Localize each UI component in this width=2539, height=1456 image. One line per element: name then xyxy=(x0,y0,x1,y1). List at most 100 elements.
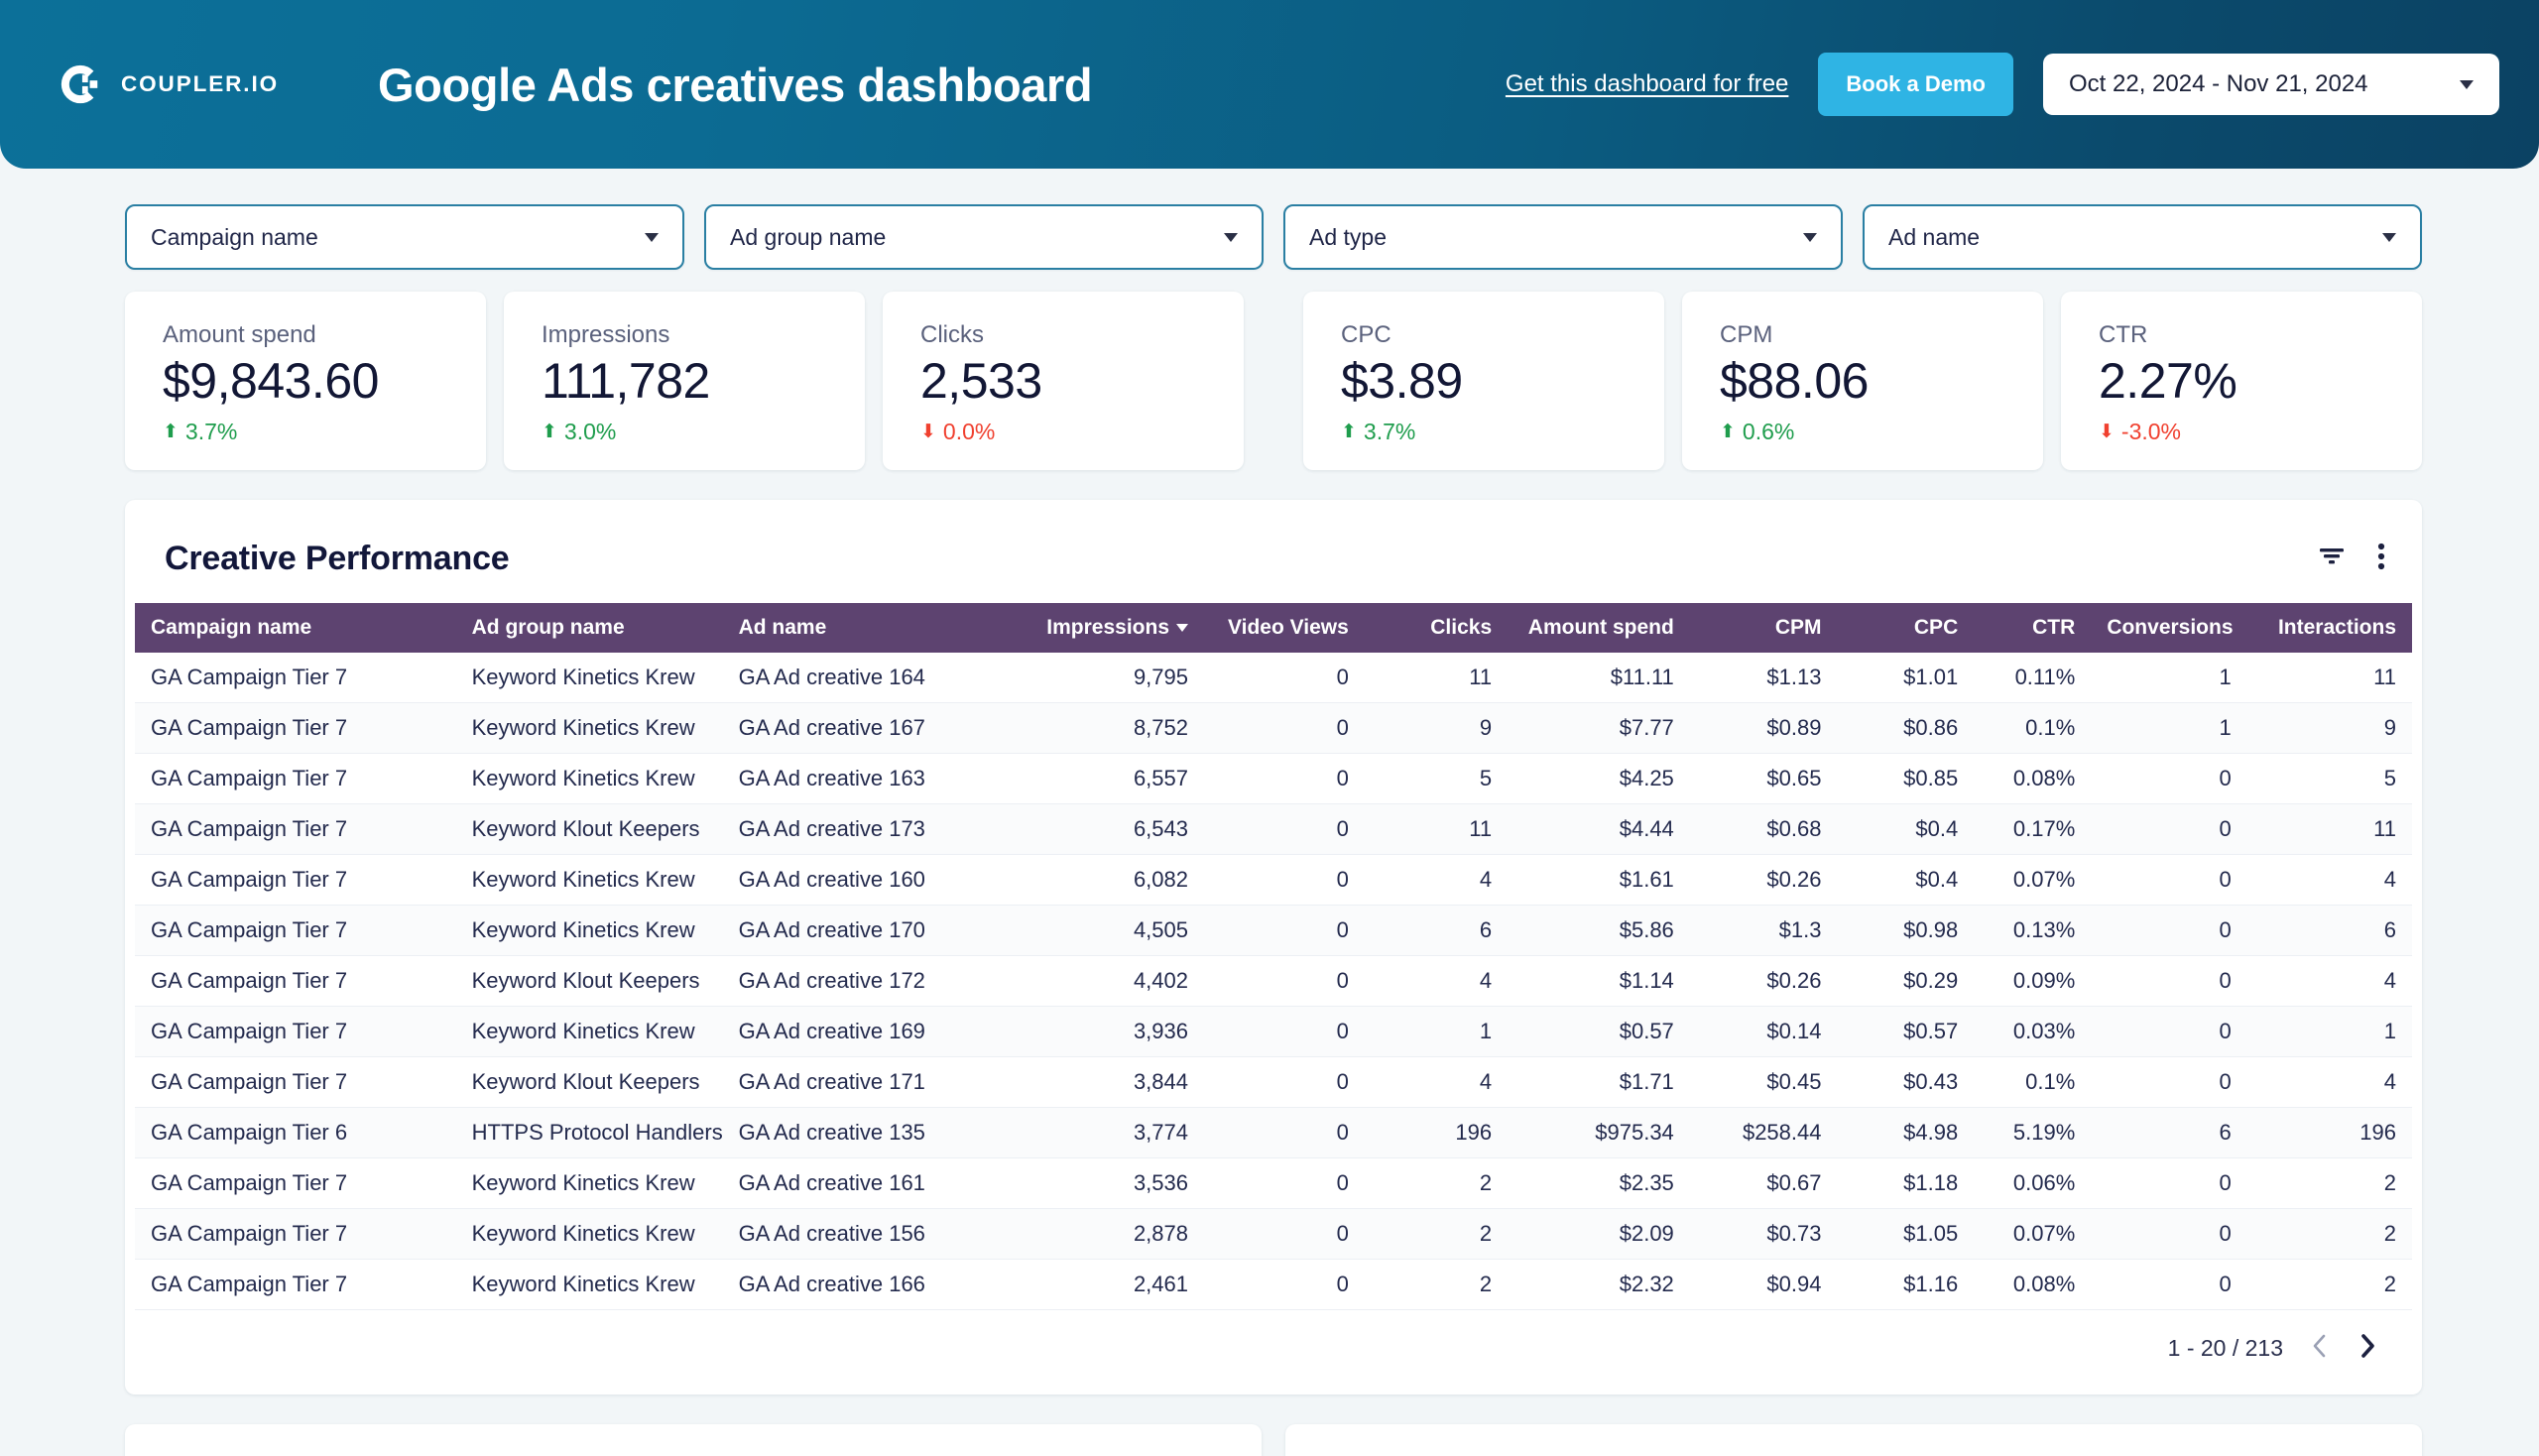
kpi-delta-value: 3.7% xyxy=(1363,419,1416,444)
table-cell: 9,795 xyxy=(1009,653,1204,703)
table-cell: $0.57 xyxy=(1508,1006,1690,1057)
table-row[interactable]: GA Campaign Tier 7 Keyword Klout Keepers G… xyxy=(135,1056,2412,1108)
table-header-row: Campaign name Ad group name Ad name Impr… xyxy=(135,603,2412,653)
table-row[interactable]: GA Campaign Tier 7 Keyword Kinetics Krew G… xyxy=(135,1208,2412,1260)
table-cell: $0.85 xyxy=(1837,753,1975,804)
table-cell: 6,543 xyxy=(1009,803,1204,855)
table-row[interactable]: GA Campaign Tier 7 Keyword Klout Keepers G… xyxy=(135,955,2412,1007)
table-cell: $258.44 xyxy=(1689,1107,1838,1158)
table-row[interactable]: GA Campaign Tier 7 Keyword Kinetics Krew G… xyxy=(135,653,2412,703)
chevron-down-icon xyxy=(2382,232,2396,242)
app-header: COUPLER.IO Google Ads creatives dashboar… xyxy=(0,0,2539,169)
column-header-ad-name[interactable]: Ad name xyxy=(722,603,1010,653)
table-cell: 0.09% xyxy=(1974,955,2092,1007)
table-cell: $0.4 xyxy=(1837,854,1975,906)
arrow-down-icon: ⬇ xyxy=(2099,422,2115,442)
table-cell: GA Ad creative 161 xyxy=(722,1157,1010,1209)
table-cell: GA Campaign Tier 7 xyxy=(135,753,456,804)
kpi-row: Amount spend $9,843.60 ⬆ 3.7% Impression… xyxy=(0,270,2539,470)
column-header-ad-group-name[interactable]: Ad group name xyxy=(455,603,723,653)
kpi-value: 2.27% xyxy=(2099,353,2237,409)
below-fold-card-left xyxy=(125,1424,1262,1456)
chevron-left-icon[interactable] xyxy=(2309,1332,2331,1365)
table-header-bar: Creative Performance xyxy=(125,528,2422,589)
date-range-picker[interactable]: Oct 22, 2024 - Nov 21, 2024 xyxy=(2043,54,2499,115)
table-cell: $0.26 xyxy=(1689,955,1838,1007)
table-cell: GA Ad creative 172 xyxy=(722,955,1010,1007)
filter-icon[interactable] xyxy=(2317,545,2347,573)
sort-desc-icon xyxy=(1176,624,1188,633)
table-cell: Keyword Kinetics Krew xyxy=(455,1208,723,1260)
table-row[interactable]: GA Campaign Tier 7 Keyword Kinetics Krew G… xyxy=(135,753,2412,804)
table-cell: Keyword Kinetics Krew xyxy=(455,702,723,754)
chevron-right-icon[interactable] xyxy=(2357,1332,2378,1365)
table-cell: GA Campaign Tier 7 xyxy=(135,955,456,1007)
filter-ad-type[interactable]: Ad type xyxy=(1283,204,1843,270)
table-cell: GA Campaign Tier 6 xyxy=(135,1107,456,1158)
table-cell: GA Campaign Tier 7 xyxy=(135,1056,456,1108)
kpi-card-cpm: CPM $88.06 ⬆ 0.6% xyxy=(1682,292,2043,470)
table-cell: 0.17% xyxy=(1974,803,2092,855)
table-cell: 11 xyxy=(2246,803,2412,855)
table-row[interactable]: GA Campaign Tier 7 Keyword Kinetics Krew G… xyxy=(135,905,2412,956)
filter-campaign-name[interactable]: Campaign name xyxy=(125,204,684,270)
filter-ad-name[interactable]: Ad name xyxy=(1863,204,2422,270)
chevron-down-icon xyxy=(1224,232,1238,242)
table-row[interactable]: GA Campaign Tier 7 Keyword Kinetics Krew G… xyxy=(135,1259,2412,1310)
kpi-delta: ⬇ 0.0% xyxy=(920,419,1244,445)
table-cell: $0.65 xyxy=(1689,753,1838,804)
column-header-video-views[interactable]: Video Views xyxy=(1204,603,1365,653)
get-dashboard-free-link[interactable]: Get this dashboard for free xyxy=(1506,70,1789,98)
table-title: Creative Performance xyxy=(165,539,510,577)
table-body: GA Campaign Tier 7 Keyword Kinetics Krew G… xyxy=(135,653,2412,1310)
table-cell: Keyword Kinetics Krew xyxy=(455,653,723,703)
column-header-impressions[interactable]: Impressions xyxy=(1009,603,1204,653)
table-cell: 0.07% xyxy=(1974,1208,2092,1260)
table-cell: Keyword Kinetics Krew xyxy=(455,1259,723,1310)
table-cell: $0.4 xyxy=(1837,803,1975,855)
table-cell: 0 xyxy=(1204,905,1365,956)
table-cell: $4.44 xyxy=(1508,803,1690,855)
book-demo-button[interactable]: Book a Demo xyxy=(1818,53,2013,116)
filter-ad-group-name[interactable]: Ad group name xyxy=(704,204,1264,270)
table-pagination: 1 - 20 / 213 xyxy=(125,1310,2422,1395)
table-cell: GA Ad creative 173 xyxy=(722,803,1010,855)
column-header-ctr[interactable]: CTR xyxy=(1974,603,2092,653)
kpi-group-divider xyxy=(1262,292,1285,470)
column-header-conversions[interactable]: Conversions xyxy=(2091,603,2247,653)
table-cell: 4 xyxy=(1364,1056,1509,1108)
table-cell: 0 xyxy=(1204,653,1365,703)
column-header-interactions[interactable]: Interactions xyxy=(2246,603,2412,653)
table-cell: GA Ad creative 166 xyxy=(722,1259,1010,1310)
brand-logo[interactable]: COUPLER.IO xyxy=(58,61,279,107)
column-header-clicks[interactable]: Clicks xyxy=(1364,603,1509,653)
column-header-cpm[interactable]: CPM xyxy=(1689,603,1838,653)
kpi-delta-value: -3.0% xyxy=(2120,419,2182,444)
table-cell: Keyword Klout Keepers xyxy=(455,803,723,855)
filter-label: Ad group name xyxy=(730,223,887,250)
table-cell: Keyword Kinetics Krew xyxy=(455,905,723,956)
table-row[interactable]: GA Campaign Tier 7 Keyword Kinetics Krew G… xyxy=(135,854,2412,906)
table-cell: Keyword Kinetics Krew xyxy=(455,753,723,804)
kpi-delta: ⬆ 0.6% xyxy=(1720,419,2043,445)
column-header-campaign-name[interactable]: Campaign name xyxy=(135,603,456,653)
table-row[interactable]: GA Campaign Tier 7 Keyword Klout Keepers G… xyxy=(135,803,2412,855)
column-header-amount-spend[interactable]: Amount spend xyxy=(1508,603,1690,653)
kpi-delta: ⬇ -3.0% xyxy=(2099,419,2422,445)
column-header-cpc[interactable]: CPC xyxy=(1837,603,1975,653)
table-cell: GA Campaign Tier 7 xyxy=(135,905,456,956)
table-cell: 4 xyxy=(2246,1056,2412,1108)
kpi-value: $9,843.60 xyxy=(163,353,379,409)
arrow-up-icon: ⬆ xyxy=(542,422,557,442)
kpi-label: CTR xyxy=(2099,321,2148,348)
table-row[interactable]: GA Campaign Tier 6 HTTPS Protocol Handler… xyxy=(135,1107,2412,1158)
table-cell: $0.26 xyxy=(1689,854,1838,906)
table-cell: 0 xyxy=(1204,1208,1365,1260)
table-cell: 2 xyxy=(1364,1157,1509,1209)
table-row[interactable]: GA Campaign Tier 7 Keyword Kinetics Krew G… xyxy=(135,1157,2412,1209)
table-cell: $0.57 xyxy=(1837,1006,1975,1057)
table-cell: 0 xyxy=(1204,854,1365,906)
more-vertical-icon[interactable] xyxy=(2376,542,2386,576)
table-row[interactable]: GA Campaign Tier 7 Keyword Kinetics Krew G… xyxy=(135,1006,2412,1057)
table-row[interactable]: GA Campaign Tier 7 Keyword Kinetics Krew G… xyxy=(135,702,2412,754)
